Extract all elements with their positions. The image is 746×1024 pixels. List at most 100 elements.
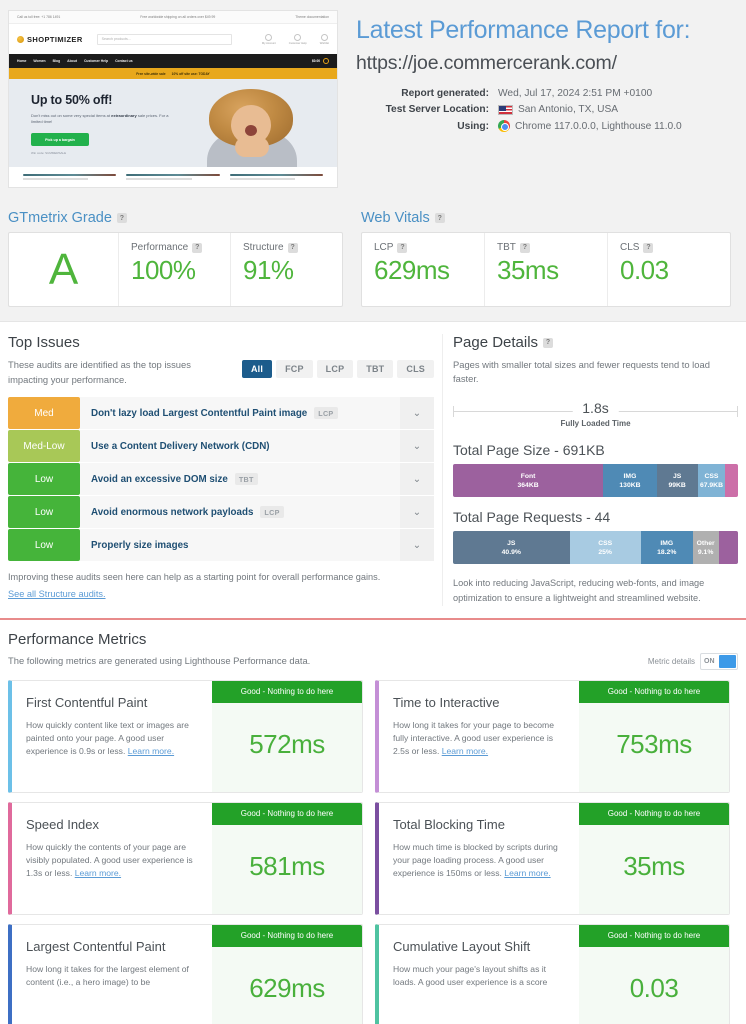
issue-name[interactable]: Avoid an excessive DOM size xyxy=(91,474,228,485)
issue-name[interactable]: Use a Content Delivery Network (CDN) xyxy=(91,441,270,452)
thumb-wishlist-icon: Wishlist xyxy=(320,33,329,45)
thumb-topbar-right: Theme documentation xyxy=(295,15,329,19)
issue-name[interactable]: Properly size images xyxy=(91,540,188,551)
table-row[interactable]: Med-Low Use a Content Delivery Network (… xyxy=(8,430,434,463)
grade-letter-cell: A xyxy=(9,233,119,306)
learn-more-link[interactable]: Learn more. xyxy=(128,746,174,756)
page-details-column: Page Details ? Pages with smaller total … xyxy=(442,334,738,606)
thumb-nav-about: About xyxy=(67,59,77,63)
table-row[interactable]: Med Don't lazy load Largest Contentful P… xyxy=(8,397,434,430)
table-row[interactable]: Low Properly size images ⌄ xyxy=(8,529,434,562)
metric-value: 581ms xyxy=(249,850,325,881)
segment-label: IMG xyxy=(660,539,674,547)
table-row[interactable]: Low Avoid an excessive DOM size TBT ⌄ xyxy=(8,463,434,496)
issue-name[interactable]: Don't lazy load Largest Contentful Paint… xyxy=(91,408,307,419)
metric-name: Total Blocking Time xyxy=(393,816,505,832)
shopping-bag-icon xyxy=(323,58,329,64)
severity-badge: Med xyxy=(8,397,80,430)
filter-all[interactable]: All xyxy=(241,360,273,378)
metric-details-toggle[interactable]: ON xyxy=(700,652,738,670)
learn-more-link[interactable]: Learn more. xyxy=(75,868,121,878)
help-icon[interactable]: ? xyxy=(434,213,445,223)
top-issues-title: Top Issues xyxy=(8,334,80,351)
metric-card: Largest Contentful Paint How long it take… xyxy=(8,923,363,1024)
learn-more-link[interactable]: Learn more. xyxy=(504,868,550,878)
thumb-help-icon: Customer Help xyxy=(289,33,307,45)
metric-description: How long it takes for your page to becom… xyxy=(393,719,554,757)
meta-row-location: Test Server Location: San Antonio, TX, U… xyxy=(385,104,619,115)
chevron-down-icon[interactable]: ⌄ xyxy=(400,529,434,562)
top-issues-footer: Improving these audits seen here can hel… xyxy=(8,570,434,601)
segment-value: 67.9KB xyxy=(699,481,723,489)
grade-letter: A xyxy=(48,244,79,294)
stack-segment: Other 9.1% xyxy=(692,531,719,565)
thumb-hero-heading: Up to 50% off! xyxy=(31,93,113,107)
filter-cls[interactable]: CLS xyxy=(397,360,434,378)
thumb-nav: Home Women Blog About Customer Help Cont… xyxy=(9,54,337,68)
help-icon[interactable]: ? xyxy=(397,242,408,253)
chevron-down-icon[interactable]: ⌄ xyxy=(400,496,434,529)
report-url[interactable]: https://joe.commercerank.com/ xyxy=(356,52,738,75)
learn-more-link[interactable]: Learn more. xyxy=(442,746,488,756)
help-icon[interactable]: ? xyxy=(543,337,554,348)
thumb-topbar: Call us toll free: +1 786 1491 Free worl… xyxy=(9,11,337,24)
stack-segment: JS 40.9% xyxy=(453,531,570,565)
segment-value: 9.1% xyxy=(697,548,714,556)
report-heading-block: Latest Performance Report for: https://j… xyxy=(338,10,738,196)
help-icon[interactable]: ? xyxy=(643,242,654,253)
chevron-down-icon[interactable]: ⌄ xyxy=(400,397,434,430)
performance-cell: Performance ? 100% xyxy=(119,233,231,306)
issue-tag: LCP xyxy=(314,407,338,420)
issues-and-details-band: Top Issues These audits are identified a… xyxy=(0,321,746,612)
site-screenshot-thumbnail[interactable]: Call us toll free: +1 786 1491 Free worl… xyxy=(8,10,338,188)
metric-value: 0.03 xyxy=(629,972,679,1003)
segment-label: Font xyxy=(520,472,536,480)
issue-name[interactable]: Avoid enormous network payloads xyxy=(91,507,253,518)
segment-value: 25% xyxy=(598,548,612,556)
total-page-size-title: Total Page Size - 691KB xyxy=(453,442,605,459)
see-all-structure-audits-link[interactable]: See all Structure audits. xyxy=(8,587,106,602)
us-flag-icon xyxy=(498,104,513,115)
metric-details-label: Metric details xyxy=(647,656,695,666)
status-badge: Good - Nothing to do here xyxy=(579,924,729,947)
gtmetrix-report-page: Call us toll free: +1 786 1491 Free worl… xyxy=(0,0,746,1024)
segment-value: 99KB xyxy=(668,481,686,489)
fully-loaded-time-bar: 1.8s Fully Loaded Time xyxy=(453,400,738,430)
thumb-nav-blog: Blog xyxy=(52,59,61,63)
help-icon[interactable]: ? xyxy=(192,242,203,253)
metric-name: Largest Contentful Paint xyxy=(26,938,166,954)
filter-lcp[interactable]: LCP xyxy=(316,360,354,378)
page-details-description: Pages with smaller total sizes and fewer… xyxy=(453,359,710,385)
status-badge: Good - Nothing to do here xyxy=(212,802,362,825)
help-icon[interactable]: ? xyxy=(519,242,530,253)
fully-loaded-value: 1.8s xyxy=(572,400,619,417)
metric-value: 572ms xyxy=(249,728,325,759)
chevron-down-icon[interactable]: ⌄ xyxy=(400,430,434,463)
issue-list: Med Don't lazy load Largest Contentful P… xyxy=(8,397,434,562)
metric-name: Time to Interactive xyxy=(393,694,500,710)
meta-value-generated: Wed, Jul 17, 2024 2:51 PM +0100 xyxy=(498,88,653,99)
thumb-hero-text: Up to 50% off! Don't miss out on some ve… xyxy=(9,79,179,167)
help-icon[interactable]: ? xyxy=(116,213,127,223)
toggle-knob[interactable] xyxy=(719,654,736,668)
thumb-account-icon: My Account xyxy=(262,33,276,45)
segment-label: JS xyxy=(672,472,682,480)
filter-tbt[interactable]: TBT xyxy=(357,360,394,378)
thumb-header-icons: My Account Customer Help Wishlist xyxy=(262,33,329,45)
shoptimizer-logo-icon xyxy=(17,35,24,43)
metric-description: How quickly the contents of your page ar… xyxy=(26,841,193,879)
chevron-down-icon[interactable]: ⌄ xyxy=(400,463,434,496)
help-icon[interactable]: ? xyxy=(287,242,298,253)
thumb-cart: $0.00 xyxy=(312,58,329,64)
metric-description: How much your page's layout shifts as it… xyxy=(393,963,548,987)
metric-value: 629ms xyxy=(249,972,325,1003)
chrome-icon xyxy=(498,120,510,132)
table-row[interactable]: Low Avoid enormous network payloads LCP … xyxy=(8,496,434,529)
page-details-footer: Look into reducing JavaScript, reducing … xyxy=(453,578,705,603)
tbt-value: 35ms xyxy=(497,255,559,285)
thumb-nav-contact: Contact us xyxy=(115,59,133,63)
metric-card: First Contentful Paint How quickly conten… xyxy=(8,679,363,793)
stack-segment: IMG 18.2% xyxy=(640,531,693,565)
filter-fcp[interactable]: FCP xyxy=(276,360,313,378)
severity-badge: Low xyxy=(8,529,80,562)
